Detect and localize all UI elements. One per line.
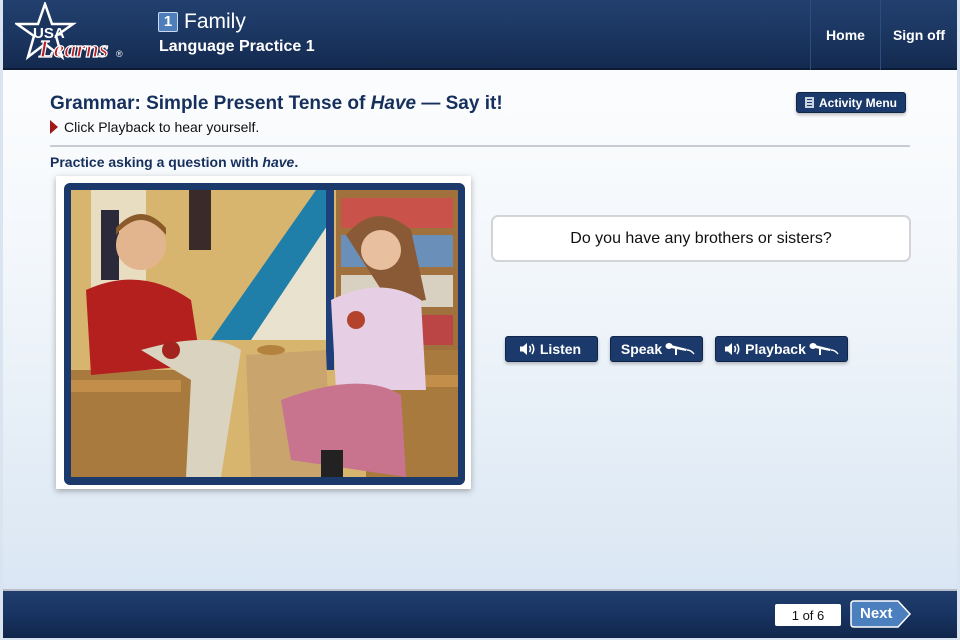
speak-label: Speak: [620, 341, 663, 357]
title-emphasis: Have: [370, 93, 417, 114]
speaker-icon: [519, 343, 535, 355]
prompt-emphasis: have: [262, 154, 295, 170]
page-indicator: 1 of 6: [775, 604, 841, 626]
unit-number-badge: 1: [158, 12, 178, 32]
video-player[interactable]: [71, 190, 458, 477]
video-still-image: [71, 190, 458, 477]
question-box: Do you have any brothers or sisters?: [491, 215, 911, 262]
title-prefix: Grammar: Simple Present Tense of: [50, 93, 371, 114]
header: USA Learns ® 1 Family Language Practice …: [3, 0, 957, 70]
activity-title: Grammar: Simple Present Tense of Have — …: [50, 93, 503, 115]
prompt-prefix: Practice asking a question with: [50, 154, 263, 170]
next-label: Next: [860, 605, 893, 622]
footer: 1 of 6 Next: [3, 589, 957, 638]
book-icon: [804, 97, 814, 108]
microphone-icon: [809, 343, 839, 355]
lesson-title: Language Practice 1: [159, 38, 315, 55]
red-arrow-icon: [50, 120, 58, 134]
playback-button[interactable]: Playback: [715, 336, 848, 362]
speaker-icon: [725, 343, 740, 355]
playback-label: Playback: [745, 341, 806, 357]
speak-button[interactable]: Speak: [610, 336, 703, 362]
unit-title: Family: [184, 10, 246, 33]
practice-prompt: Practice asking a question with have.: [50, 154, 298, 170]
activity-menu-label: Activity Menu: [818, 95, 897, 110]
title-suffix: — Say it!: [416, 93, 503, 114]
nav-sign-off-button[interactable]: Sign off: [880, 0, 957, 70]
listen-label: Listen: [539, 341, 582, 357]
top-nav: Home Sign off: [810, 0, 957, 70]
microphone-icon: [665, 343, 695, 355]
activity-menu-button[interactable]: Activity Menu: [796, 92, 906, 113]
question-text: Do you have any brothers or sisters?: [570, 229, 832, 247]
star-logo-icon: USA Learns ®: [13, 0, 123, 64]
unit-heading: 1 Family: [158, 10, 246, 34]
video-frame: [56, 176, 471, 489]
video-border: [64, 183, 465, 485]
page: USA Learns ® 1 Family Language Practice …: [3, 0, 957, 638]
next-button[interactable]: Next: [850, 600, 912, 628]
instruction: Click Playback to hear yourself.: [50, 119, 259, 135]
nav-home-button[interactable]: Home: [810, 0, 880, 70]
instruction-text: Click Playback to hear yourself.: [64, 119, 260, 135]
logo-learns: Learns: [38, 37, 108, 63]
usa-learns-logo[interactable]: USA Learns ®: [13, 0, 130, 64]
divider: [50, 145, 910, 147]
listen-button[interactable]: Listen: [505, 336, 598, 362]
prompt-suffix: .: [294, 154, 299, 170]
registered-mark: ®: [116, 49, 123, 59]
